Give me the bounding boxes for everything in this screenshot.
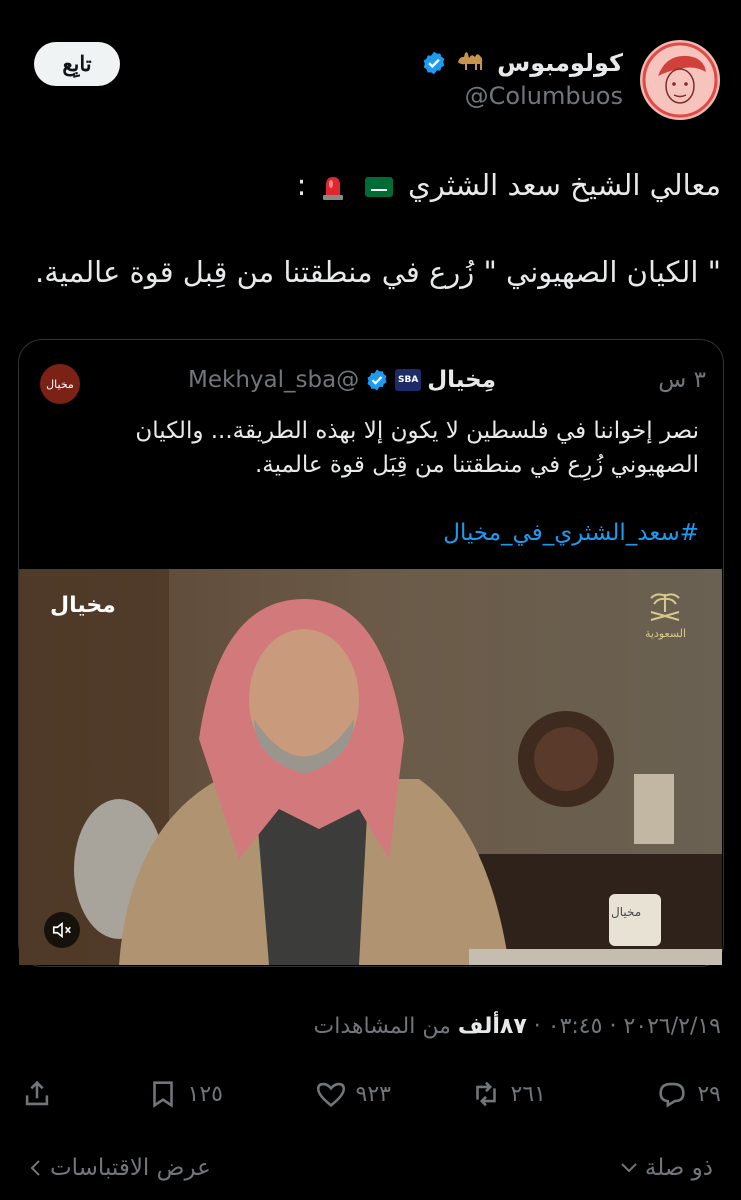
quoted-author-row[interactable]: مِخيال SBA @Mekhyal_sba [188,367,496,393]
follow-button[interactable]: تابِع [34,42,120,86]
view-quotes-label: عرض الاقتباسات [50,1155,211,1181]
tweet-line1-text: معالي الشيخ سعد الشثري [408,168,721,202]
related-label: ذو صلة [644,1155,713,1181]
bookmark-button[interactable]: ١٢٥ [146,1074,223,1114]
share-button[interactable] [20,1074,54,1114]
chevron-left-icon [30,1160,40,1176]
reply-count: ٢٩ [697,1081,721,1107]
quoted-author-name[interactable]: مِخيال [427,367,496,393]
heart-icon [316,1082,345,1107]
video-watermark: مخيال [50,593,116,618]
verified-badge-icon [367,369,387,391]
saudi-flag-icon [364,177,393,197]
quoted-tweet-time: ٣ س [658,367,706,393]
author-avatar[interactable] [640,40,720,120]
tweet-meta: ٢٠٢٦/٢/١٩ · ٠٣:٤٥ · ٨٧ألف من المشاهدات [313,1014,721,1039]
author-name-row[interactable]: كولومبوس [421,48,623,78]
channel-logo-text: السعودية [645,627,687,640]
like-count: ٩٢٣ [355,1081,391,1107]
tweet-time: ٠٣:٤٥ [547,1014,603,1039]
reply-button[interactable]: ٢٩ [655,1074,721,1114]
quoted-author-avatar[interactable]: مخيال [40,364,80,404]
palm-swords-icon [650,593,680,621]
channel-logo: السعودية [645,590,687,642]
repost-button[interactable]: ٢٦١ [469,1074,546,1114]
chevron-down-icon [621,1163,637,1173]
bookmark-icon [152,1081,173,1108]
author-handle[interactable]: @Columbuos [465,82,623,110]
views-label: من المشاهدات [313,1014,451,1039]
related-dropdown[interactable]: ذو صلة [619,1155,713,1181]
like-button[interactable]: ٩٢٣ [314,1074,391,1114]
quoted-hashtag-link[interactable]: #سعد_الشثري_في_مخيال [443,520,699,546]
tweet-text-line1: معالي الشيخ سعد الشثري : [297,168,721,202]
view-quotes-link[interactable]: عرض الاقتباسات [28,1155,211,1181]
repost-count: ٢٦١ [510,1081,546,1107]
reply-icon [659,1082,685,1108]
bookmark-count: ١٢٥ [187,1081,223,1107]
affiliate-badge: SBA [395,369,422,391]
quoted-tweet-text: نصر إخواننا في فلسطين لا يكون إلا بهذه ا… [135,418,699,478]
mug-text: مخيال [611,905,642,919]
repost-icon [475,1081,496,1107]
tweet-line1-suffix: : [296,168,307,202]
tweet-date: ٢٠٢٦/٢/١٩ [623,1014,721,1039]
share-icon [25,1080,49,1106]
speaker-muted-icon [52,921,71,939]
views-count: ٨٧ألف [457,1014,527,1039]
verified-badge-icon [423,51,445,75]
mute-button[interactable] [44,912,80,948]
siren-emoji-icon [322,177,343,200]
quoted-author-handle[interactable]: @Mekhyal_sba [188,367,359,393]
author-name[interactable]: كولومبوس [497,49,623,77]
tweet-text-line2: " الكيان الصهيوني " زُرع في منطقتنا من ق… [35,255,721,289]
camel-emoji-icon [455,48,489,78]
